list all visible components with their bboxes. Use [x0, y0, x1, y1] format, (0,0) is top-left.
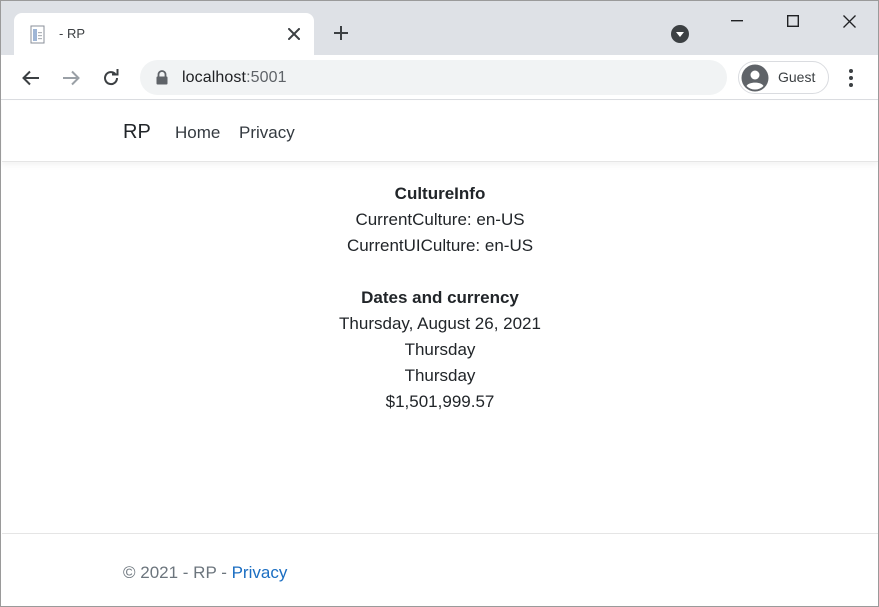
profile-label: Guest	[778, 69, 816, 85]
minimize-icon	[731, 20, 743, 22]
browser-window: - RP localhost:5001 Guest RP Home Privac…	[0, 0, 879, 607]
forward-button[interactable]	[56, 63, 86, 93]
maximize-icon	[787, 15, 799, 27]
day-name-text-2: Thursday	[404, 366, 476, 385]
plus-icon	[334, 26, 348, 40]
arrow-left-icon	[22, 70, 39, 86]
back-button[interactable]	[16, 63, 46, 93]
tab-close-button[interactable]	[282, 22, 306, 46]
url-text: localhost:5001	[182, 69, 287, 87]
profile-button[interactable]: Guest	[738, 61, 829, 94]
day-name-text: Thursday	[404, 340, 476, 359]
footer-privacy-link[interactable]: Privacy	[232, 563, 288, 582]
maximize-button[interactable]	[771, 7, 815, 35]
web-page: RP Home Privacy CultureInfo CurrentCultu…	[2, 101, 878, 606]
close-icon	[288, 28, 300, 40]
long-date-text: Thursday, August 26, 2021	[339, 314, 541, 333]
url-host: localhost	[182, 69, 247, 86]
reload-icon	[104, 69, 119, 86]
main-content: CultureInfo CurrentCulture: en-US Curren…	[2, 181, 878, 415]
copyright-text: © 2021 - RP -	[123, 563, 232, 582]
currency-text: $1,501,999.57	[385, 392, 495, 411]
tab-search-icon[interactable]	[670, 24, 690, 44]
current-culture-text: CurrentCulture: en-US	[355, 210, 525, 229]
reload-button[interactable]	[96, 63, 126, 93]
site-footer: © 2021 - RP - Privacy	[2, 533, 878, 606]
page-icon	[30, 25, 45, 44]
arrow-right-icon	[63, 70, 80, 86]
avatar-icon	[741, 64, 769, 92]
browser-toolbar: localhost:5001 Guest	[1, 55, 878, 100]
new-tab-button[interactable]	[328, 20, 354, 46]
close-icon	[842, 14, 856, 28]
lock-icon[interactable]	[155, 70, 169, 85]
address-bar[interactable]: localhost:5001	[140, 60, 727, 95]
nav-link-home[interactable]: Home	[175, 123, 220, 143]
nav-link-privacy[interactable]: Privacy	[239, 123, 295, 143]
current-ui-culture-text: CurrentUICulture: en-US	[346, 236, 534, 255]
close-window-button[interactable]	[827, 7, 871, 35]
tab-title: - RP	[59, 26, 85, 41]
footer-text: © 2021 - RP - Privacy	[123, 563, 287, 583]
dates-heading: Dates and currency	[361, 288, 519, 307]
browser-tab[interactable]: - RP	[14, 13, 314, 55]
minimize-button[interactable]	[715, 7, 759, 35]
tab-strip: - RP	[1, 1, 878, 55]
url-port: :5001	[246, 69, 287, 86]
culture-heading: CultureInfo	[394, 184, 486, 203]
site-brand-link[interactable]: RP	[123, 121, 151, 144]
site-navbar: RP Home Privacy	[2, 101, 878, 162]
more-vertical-icon[interactable]	[839, 64, 863, 92]
